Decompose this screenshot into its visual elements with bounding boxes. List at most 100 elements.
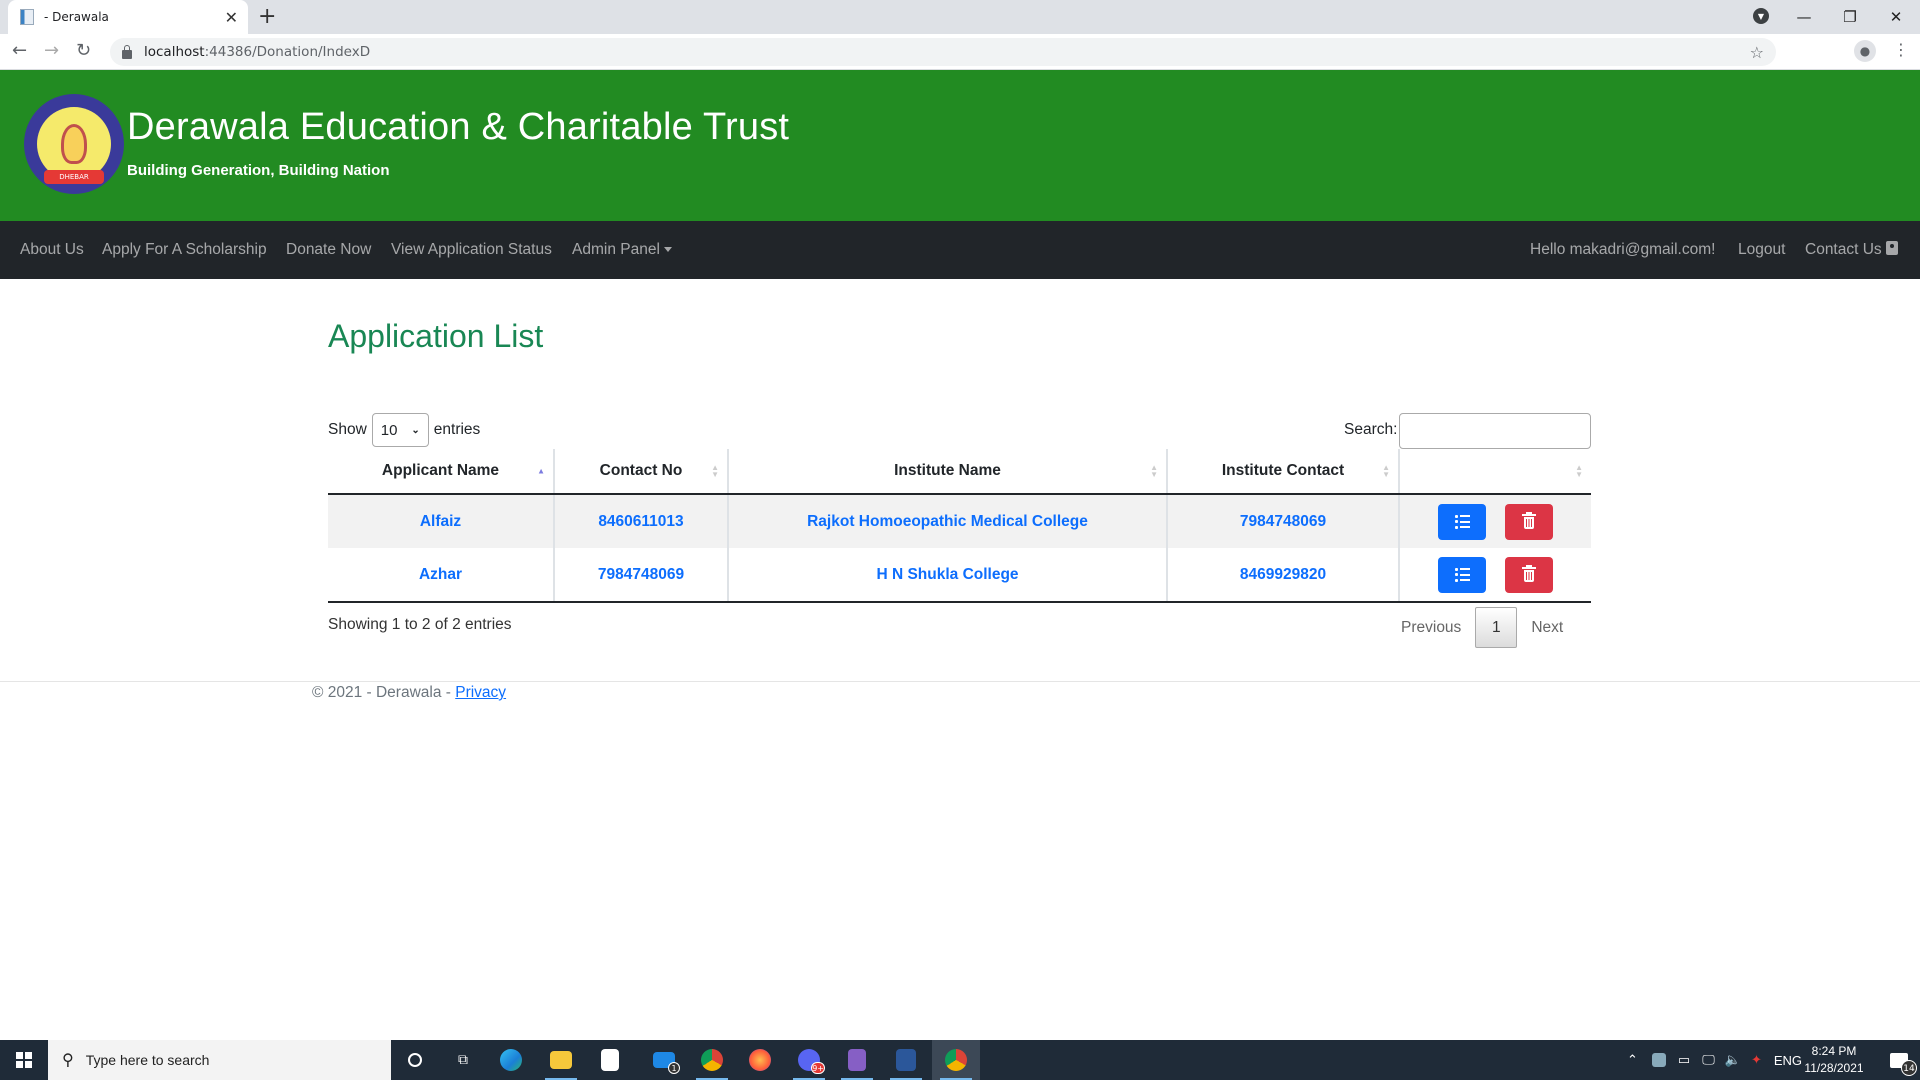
logo-ribbon: DHEBAR bbox=[44, 170, 104, 184]
footer: © 2021 - Derawala - Privacy bbox=[312, 684, 506, 702]
main-navbar: About Us Apply For A Scholarship Donate … bbox=[0, 221, 1920, 279]
tab-title: - Derawala bbox=[44, 10, 109, 24]
taskbar-search-placeholder: Type here to search bbox=[85, 1052, 210, 1068]
institute-name-cell: Rajkot Homoeopathic Medical College bbox=[727, 494, 1167, 548]
applicant-name-cell: Alfaiz bbox=[328, 494, 554, 548]
trash-icon bbox=[1521, 564, 1536, 583]
camera-icon[interactable]: ▭ bbox=[1678, 1052, 1690, 1068]
page-title: Application List bbox=[328, 318, 544, 354]
task-view-icon[interactable]: ⧉ bbox=[439, 1040, 487, 1080]
trash-icon bbox=[1521, 511, 1536, 530]
network-icon[interactable]: 🖵 bbox=[1702, 1052, 1715, 1068]
col-label: Contact No bbox=[599, 462, 683, 479]
tray-alert-icon[interactable]: ✦ bbox=[1751, 1052, 1762, 1068]
list-icon bbox=[1455, 514, 1471, 529]
forward-arrow-icon[interactable]: → bbox=[44, 40, 59, 61]
privacy-link[interactable]: Privacy bbox=[455, 684, 506, 701]
entries-per-page-select[interactable]: 10 ⌄ bbox=[371, 413, 429, 447]
url-path: :44386/Donation/IndexD bbox=[204, 44, 371, 60]
edge-icon[interactable] bbox=[487, 1040, 535, 1080]
nav-view-application-status[interactable]: View Application Status bbox=[391, 221, 552, 279]
close-window-button[interactable]: ✕ bbox=[1873, 0, 1919, 34]
list-icon bbox=[1455, 567, 1471, 582]
col-actions[interactable]: ▲ ▼ bbox=[1398, 449, 1591, 495]
browser-tab-strip: - Derawala ✕ + ▼ — ❐ ✕ bbox=[0, 0, 1920, 34]
browser-menu-icon[interactable]: ⋮ bbox=[1893, 40, 1909, 59]
sort-asc-icon: ▲ bbox=[537, 466, 545, 476]
url-input[interactable]: localhost:44386/Donation/IndexD ☆ bbox=[110, 38, 1776, 66]
cortana-icon[interactable] bbox=[391, 1040, 439, 1080]
word-icon[interactable] bbox=[882, 1040, 930, 1080]
user-greeting[interactable]: Hello makadri@gmail.com! bbox=[1530, 221, 1715, 279]
nav-donate-now[interactable]: Donate Now bbox=[286, 221, 371, 279]
restore-button[interactable]: ❐ bbox=[1827, 0, 1873, 34]
url-host: localhost bbox=[144, 44, 205, 60]
contact-no-cell: 7984748069 bbox=[553, 548, 728, 603]
bookmark-star-icon[interactable]: ☆ bbox=[1750, 43, 1764, 62]
notification-count: 14 bbox=[1901, 1059, 1917, 1076]
details-button[interactable] bbox=[1438, 556, 1487, 593]
microsoft-store-icon[interactable] bbox=[586, 1040, 634, 1080]
start-button[interactable] bbox=[0, 1040, 48, 1080]
previous-page-button[interactable]: Previous bbox=[1387, 607, 1475, 648]
site-header: DHEBAR Derawala Education & Charitable T… bbox=[0, 70, 1920, 221]
contact-us-label: Contact Us bbox=[1805, 241, 1882, 258]
visual-studio-icon[interactable] bbox=[833, 1040, 881, 1080]
nav-about-us[interactable]: About Us bbox=[20, 221, 84, 279]
table-info: Showing 1 to 2 of 2 entries bbox=[328, 616, 512, 633]
caret-down-icon bbox=[663, 247, 672, 253]
copyright-text: © 2021 - Derawala - bbox=[312, 684, 456, 701]
system-tray: ⌃ ▭ 🖵 🔈 ✦ ENG bbox=[1627, 1040, 1802, 1080]
close-tab-icon[interactable]: ✕ bbox=[225, 8, 238, 27]
nav-contact-us[interactable]: Contact Us bbox=[1805, 221, 1898, 279]
address-card-icon bbox=[1885, 241, 1898, 255]
notification-icon: 14 bbox=[1890, 1052, 1917, 1076]
taskbar-search-input[interactable]: ⚲ Type here to search bbox=[48, 1040, 391, 1080]
search-label: Search: bbox=[1344, 421, 1398, 438]
nav-apply-scholarship[interactable]: Apply For A Scholarship bbox=[102, 221, 267, 279]
sort-both-icon: ▲ ▼ bbox=[1150, 463, 1158, 479]
tray-app-icon[interactable] bbox=[1651, 1053, 1666, 1067]
pagination: Previous 1 Next bbox=[1387, 607, 1577, 648]
nav-admin-panel[interactable]: Admin Panel bbox=[572, 221, 672, 279]
col-applicant-name[interactable]: Applicant Name ▲ bbox=[328, 449, 554, 495]
mail-icon[interactable]: 1 bbox=[640, 1040, 688, 1080]
institute-contact-cell: 8469929820 bbox=[1166, 548, 1399, 603]
browser-tab[interactable]: - Derawala ✕ bbox=[8, 0, 248, 34]
table-row: Alfaiz 8460611013 Rajkot Homoeopathic Me… bbox=[328, 494, 1591, 548]
col-label: Institute Name bbox=[894, 462, 1001, 479]
new-tab-button[interactable]: + bbox=[258, 4, 276, 29]
chrome-profile-icon[interactable] bbox=[688, 1040, 736, 1080]
search-input[interactable] bbox=[1399, 413, 1591, 449]
col-institute-contact[interactable]: Institute Contact ▲ ▼ bbox=[1166, 449, 1399, 495]
firefox-icon[interactable] bbox=[736, 1040, 784, 1080]
chrome-icon[interactable] bbox=[932, 1040, 980, 1080]
page-1-button[interactable]: 1 bbox=[1475, 607, 1518, 648]
entries-length-control: Show 10 ⌄ entries bbox=[328, 413, 480, 447]
address-bar-row: ← → ↻ localhost:44386/Donation/IndexD ☆ … bbox=[0, 34, 1920, 70]
col-contact-no[interactable]: Contact No ▲ ▼ bbox=[553, 449, 728, 495]
discord-chrome-icon[interactable]: 9+ bbox=[785, 1040, 833, 1080]
back-arrow-icon[interactable]: ← bbox=[12, 40, 27, 61]
profile-avatar-icon[interactable]: ● bbox=[1854, 40, 1876, 62]
action-center-button[interactable]: 14 bbox=[1878, 1040, 1920, 1080]
tab-search-icon[interactable]: ▼ bbox=[1753, 8, 1769, 24]
volume-icon[interactable]: 🔈 bbox=[1725, 1052, 1741, 1068]
show-hidden-icons-icon[interactable]: ⌃ bbox=[1627, 1052, 1638, 1068]
delete-button[interactable] bbox=[1504, 556, 1553, 593]
trust-logo: DHEBAR bbox=[24, 94, 124, 194]
delete-button[interactable] bbox=[1504, 503, 1553, 540]
minimize-button[interactable]: — bbox=[1781, 0, 1827, 34]
file-explorer-icon[interactable] bbox=[537, 1040, 585, 1080]
sort-both-icon: ▲ ▼ bbox=[711, 463, 719, 479]
details-button[interactable] bbox=[1438, 503, 1487, 540]
next-page-button[interactable]: Next bbox=[1517, 607, 1577, 648]
sort-both-icon: ▲ ▼ bbox=[1382, 463, 1390, 479]
reload-icon[interactable]: ↻ bbox=[76, 40, 91, 61]
clock[interactable]: 8:24 PM 11/28/2021 bbox=[1794, 1043, 1874, 1077]
show-label: Show bbox=[328, 421, 367, 438]
logout-link[interactable]: Logout bbox=[1738, 221, 1785, 279]
col-institute-name[interactable]: Institute Name ▲ ▼ bbox=[727, 449, 1167, 495]
bulb-icon bbox=[61, 124, 87, 164]
lock-icon[interactable] bbox=[122, 44, 132, 59]
